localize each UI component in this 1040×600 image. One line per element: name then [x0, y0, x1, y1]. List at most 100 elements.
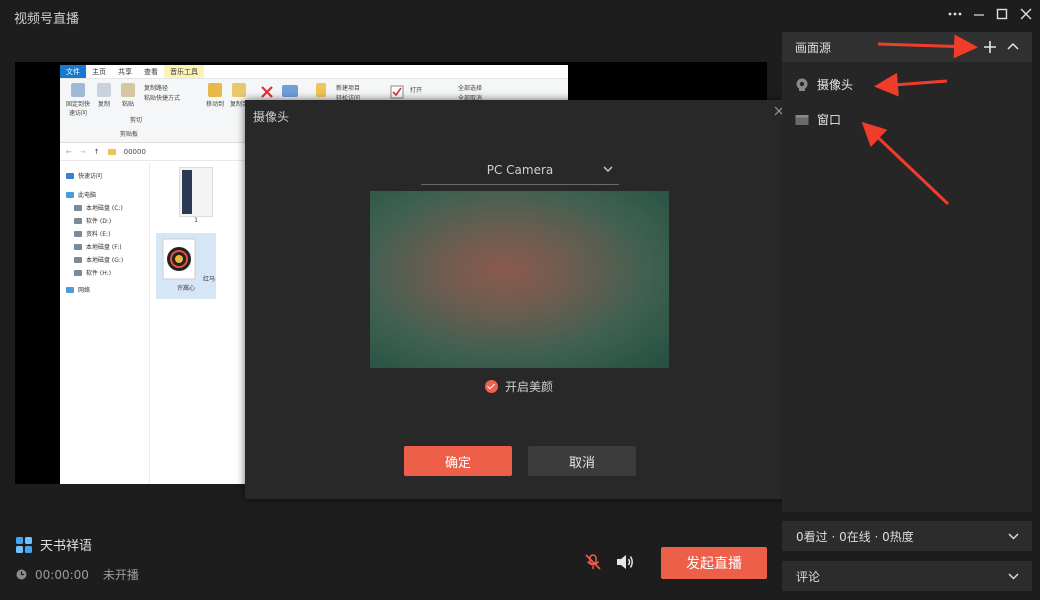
music-file-icon — [162, 238, 196, 280]
title-bar: 视频号直播 — [0, 0, 1040, 30]
ribbon-rename — [282, 85, 298, 99]
beauty-label: 开启美颜 — [505, 380, 554, 394]
explorer-tabs: 文件 主页 共享 查看 音乐工具 — [60, 65, 568, 79]
collapse-button[interactable] — [1006, 40, 1020, 54]
rename-icon — [282, 85, 298, 97]
explorer-tab-file: 文件 — [60, 65, 86, 78]
address-path: 00000 — [123, 147, 146, 156]
ribbon-select-all: 全部选择 — [458, 85, 483, 92]
ribbon-cut: 剪切 — [130, 117, 143, 124]
sources-title: 画面源 — [795, 40, 832, 55]
drive-icon — [74, 217, 82, 224]
camera-icon — [796, 78, 808, 91]
chevron-down-icon — [1008, 533, 1019, 540]
clock-icon — [16, 569, 27, 580]
computer-icon — [66, 191, 74, 198]
drive-icon — [74, 204, 82, 211]
camera-select-value: PC Camera — [486, 162, 554, 177]
nav-item: 软件 (D:) — [60, 214, 149, 227]
drive-icon — [74, 256, 82, 263]
ribbon-copy: 复制 — [94, 83, 114, 108]
go-live-button[interactable]: 发起直播 — [661, 547, 767, 579]
forward-arrow-icon: → — [79, 147, 86, 156]
ribbon-paste: 粘贴 — [118, 83, 138, 108]
beauty-checkbox[interactable]: 开启美颜 — [485, 378, 553, 395]
app-title: 视频号直播 — [14, 12, 80, 27]
paste-icon — [121, 83, 135, 97]
close-button[interactable] — [1015, 4, 1037, 24]
ribbon-properties — [390, 85, 404, 101]
file-tile: 1 — [166, 167, 226, 224]
explorer-tab-music-tools: 音乐工具 — [164, 65, 204, 78]
source-item-label: 窗口 — [817, 113, 842, 127]
drive-icon — [74, 243, 82, 250]
add-source-button[interactable] — [982, 39, 998, 55]
more-icon — [948, 12, 962, 16]
cancel-button[interactable]: 取消 — [528, 446, 636, 476]
star-icon — [66, 172, 74, 179]
maximize-icon — [996, 8, 1008, 20]
camera-dialog: 摄像头 PC Camera 开启美颜 确定 取消 — [245, 100, 792, 499]
checkbox-checked-icon — [485, 380, 498, 393]
sources-panel: 画面源 摄像头 窗口 — [782, 32, 1032, 512]
speaker-icon[interactable] — [615, 553, 635, 571]
ribbon-new-folder — [316, 83, 326, 99]
comments-panel[interactable]: 评论 — [782, 561, 1032, 591]
ribbon-open: 打开 — [410, 87, 423, 94]
drive-icon — [74, 269, 82, 276]
dialog-title: 摄像头 — [253, 110, 290, 124]
move-to-icon — [208, 83, 222, 97]
chevron-down-icon — [1008, 573, 1019, 580]
ribbon-pin: 固定到快速访问 — [64, 83, 92, 117]
ribbon-paste-shortcut: 粘贴快捷方式 — [144, 95, 181, 102]
nav-item: 本地磁盘 (G:) — [60, 253, 149, 266]
mic-muted-icon[interactable] — [584, 553, 602, 571]
nav-item: 资料 (E:) — [60, 227, 149, 240]
explorer-tab-view: 查看 — [144, 68, 158, 76]
pin-icon — [71, 83, 85, 97]
explorer-nav-pane: 快速访问 此电脑 本地磁盘 (C:) 软件 (D:) 资料 (E:) 本地磁盘 … — [60, 163, 150, 484]
delete-icon — [261, 86, 273, 98]
nav-item: 此电脑 — [60, 188, 149, 201]
source-item-label: 摄像头 — [817, 78, 854, 92]
comments-label: 评论 — [796, 569, 821, 584]
copy-icon — [97, 83, 111, 97]
ribbon-copy-path: 复制路径 — [144, 85, 169, 92]
sources-header: 画面源 — [782, 32, 1032, 62]
camera-preview — [370, 191, 669, 368]
more-options-button[interactable] — [944, 4, 966, 24]
back-arrow-icon: ← — [66, 147, 72, 156]
camera-select[interactable]: PC Camera — [421, 155, 619, 185]
ribbon-new-item: 新建项目 — [336, 85, 361, 92]
ribbon-move-to: 移动到 — [204, 83, 226, 108]
user-info: 天书祥语 — [16, 535, 92, 554]
live-status: 00:00:00 未开播 — [16, 566, 139, 583]
explorer-tab-share: 共享 — [118, 68, 132, 76]
stats-text: 0看过 · 0在线 · 0热度 — [796, 529, 914, 544]
properties-icon — [390, 85, 404, 99]
folder-icon — [316, 83, 326, 97]
user-name: 天书祥语 — [40, 539, 93, 554]
window-icon — [795, 114, 809, 125]
explorer-tab-home: 主页 — [92, 68, 106, 76]
up-arrow-icon: ↑ — [93, 147, 100, 156]
minimize-icon — [974, 14, 984, 16]
drive-icon — [74, 230, 82, 237]
confirm-button[interactable]: 确定 — [404, 446, 512, 476]
file-tile-selected: 红马 许嵩心 — [156, 233, 216, 299]
source-item-camera[interactable]: 摄像头 — [795, 76, 853, 93]
nav-item: 本地磁盘 (C:) — [60, 201, 149, 214]
ribbon-delete — [260, 85, 274, 101]
document-thumbnail-icon — [179, 167, 213, 217]
stats-panel[interactable]: 0看过 · 0在线 · 0热度 — [782, 521, 1032, 551]
network-icon — [66, 286, 74, 293]
source-item-window[interactable]: 窗口 — [795, 111, 841, 128]
elapsed-time: 00:00:00 — [35, 567, 89, 582]
maximize-button[interactable] — [991, 4, 1013, 24]
minimize-button[interactable] — [968, 4, 990, 24]
nav-item: 网络 — [60, 283, 149, 296]
nav-item: 本地磁盘 (F:) — [60, 240, 149, 253]
ribbon-clipboard-group: 剪贴板 — [120, 131, 139, 138]
folder-small-icon — [107, 148, 116, 155]
account-avatar-icon — [16, 536, 32, 553]
